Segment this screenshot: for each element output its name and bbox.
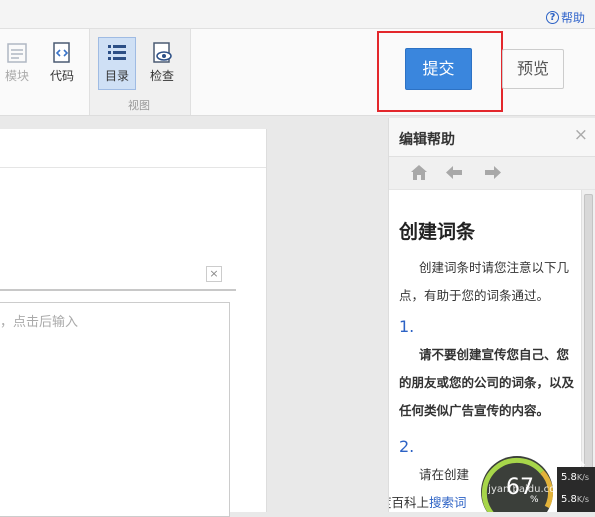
top-bar: ? 帮助 — [0, 0, 595, 29]
help-panel-close-icon[interactable]: × — [574, 127, 588, 144]
arrow-right-icon[interactable] — [484, 164, 502, 181]
help-item-1-text: 请不要创建宣传您自己、您的朋友或您的公司的词条，以及任何类似广告宣传的内容。 — [399, 347, 575, 418]
code-tool-label: 代码 — [49, 69, 74, 83]
help-scroll-thumb[interactable] — [584, 194, 593, 494]
code-tool-button[interactable]: 代码 — [42, 41, 82, 84]
editor-area: × ，点击后输入 — [0, 129, 267, 517]
module-tool-label: 模块 — [4, 69, 29, 83]
help-nav-bar — [389, 157, 595, 190]
watermark-url: jyan.baidu.com — [488, 484, 565, 495]
help-item-1-number: 1. — [399, 317, 415, 336]
help-link[interactable]: ? 帮助 — [545, 9, 585, 26]
question-icon: ? — [545, 11, 559, 24]
list-icon — [108, 45, 126, 60]
download-speed: 5.8K/s — [561, 494, 590, 505]
help-link-label: 帮助 — [560, 11, 585, 25]
check-tool-button[interactable]: 检查 — [142, 41, 182, 84]
view-group-label: 视图 — [128, 99, 150, 112]
module-tool-button[interactable]: 模块 — [0, 41, 37, 84]
toc-tool-button[interactable]: 目录 — [97, 41, 137, 84]
section-close-button[interactable]: × — [206, 266, 222, 282]
editor-top-section — [0, 129, 266, 168]
check-tool-label: 检查 — [149, 69, 174, 83]
help-intro: 创建词条时请您注意以下几点，有助于您的词条通过。 — [399, 260, 570, 303]
content-input[interactable]: ，点击后输入 — [0, 302, 230, 517]
preview-button[interactable]: 预览 — [502, 49, 564, 89]
speed-readout: 5.8K/s 5.8K/s — [557, 467, 595, 512]
section-divider — [0, 289, 236, 291]
speed-dial-icon: 67 % — [481, 456, 553, 512]
search-term-link[interactable]: 搜索词 — [429, 495, 467, 510]
help-item-2-line2: 度百科上 — [389, 495, 430, 510]
network-monitor-widget: 67 % 经验 jyan.baidu.com 5.8K/s 5.8K/s — [472, 452, 595, 512]
input-placeholder: ，点击后输入 — [0, 315, 79, 330]
upload-speed: 5.8K/s — [561, 472, 590, 483]
eye-check-icon — [153, 42, 172, 63]
submit-button[interactable]: 提交 — [405, 48, 472, 90]
help-heading: 创建词条 — [399, 221, 476, 243]
help-item-2-start: 请在创建 — [419, 467, 470, 482]
percent-sign: % — [530, 495, 539, 505]
help-panel-title: 编辑帮助 — [399, 132, 455, 148]
arrow-left-icon[interactable] — [445, 164, 463, 181]
toc-tool-label: 目录 — [104, 69, 129, 83]
home-icon[interactable] — [410, 164, 428, 181]
code-icon — [53, 42, 70, 63]
module-icon — [7, 43, 27, 63]
help-item-2-number: 2. — [399, 437, 415, 456]
help-panel-header: 编辑帮助 × — [389, 118, 595, 157]
